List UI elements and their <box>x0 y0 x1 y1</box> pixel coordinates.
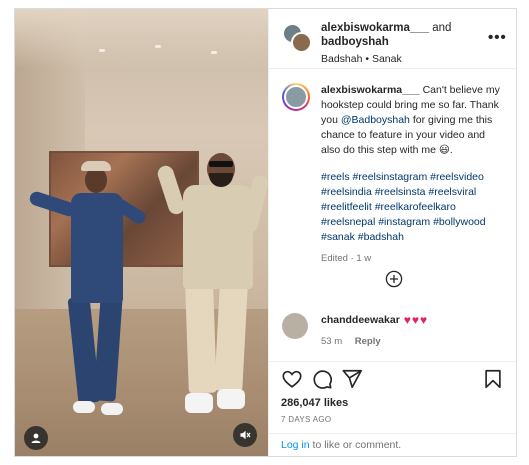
share-icon[interactable] <box>341 368 363 390</box>
action-bar: 286,047 likes 7 DAYS AGO <box>269 361 516 424</box>
post-container: alexbiswokarma___ and badboyshah Badshah… <box>14 8 517 457</box>
mute-icon <box>240 430 251 440</box>
load-more-comments-button[interactable] <box>385 270 403 293</box>
edited-timestamp: Edited · 1 w <box>321 253 372 264</box>
post-header: alexbiswokarma___ and badboyshah Badshah… <box>269 9 516 69</box>
collab-title: alexbiswokarma___ and badboyshah <box>321 21 488 49</box>
mute-button[interactable] <box>233 423 257 447</box>
ceiling-light <box>99 49 105 52</box>
hashtags[interactable]: #reels #reelsinstagram #reelsvideo #reel… <box>321 170 506 245</box>
caption-username[interactable]: alexbiswokarma___ <box>321 84 420 96</box>
caption-text-end: . <box>449 144 453 156</box>
comment-icon[interactable] <box>311 368 333 390</box>
login-text: to like or comment. <box>312 439 402 451</box>
heart-emoji: ♥ <box>403 313 411 327</box>
post-date[interactable]: 7 DAYS AGO <box>281 415 504 424</box>
author-username-link[interactable]: alexbiswokarma___ <box>321 22 429 34</box>
avatar[interactable] <box>282 313 308 339</box>
caption-text: alexbiswokarma___ Can't believe my hooks… <box>321 83 506 266</box>
avatar[interactable] <box>291 32 312 53</box>
comment-time: 53 m <box>321 336 343 347</box>
comment-username[interactable]: chanddeewakar <box>321 314 400 326</box>
user-icon <box>31 433 41 443</box>
collab-avatars[interactable] <box>282 23 312 53</box>
login-prompt: Log in to like or comment. <box>269 433 516 456</box>
more-options-button[interactable]: ••• <box>488 29 506 46</box>
heart-emoji: ♥ <box>420 313 428 327</box>
ceiling-light <box>155 45 161 48</box>
comment-item: chanddeewakar ♥ ♥ ♥ 53 m Reply <box>269 297 438 347</box>
caption-section: alexbiswokarma___ Can't believe my hooks… <box>269 69 516 299</box>
ceiling <box>15 9 268 69</box>
collab-username-link[interactable]: badboyshah <box>321 36 389 48</box>
more-icon: ••• <box>488 29 507 46</box>
bookmark-icon[interactable] <box>482 368 504 390</box>
heart-icon[interactable] <box>281 368 303 390</box>
login-link[interactable]: Log in <box>281 439 310 451</box>
ceiling-light <box>211 51 217 54</box>
add-comment-icon <box>385 270 403 288</box>
and-text: and <box>432 22 452 34</box>
likes-count[interactable]: 286,047 likes <box>281 397 504 409</box>
smiley-emoji: 😃 <box>438 144 450 156</box>
post-video[interactable] <box>15 9 268 456</box>
post-details: alexbiswokarma___ and badboyshah Badshah… <box>268 9 516 456</box>
heart-emoji: ♥ <box>411 313 420 327</box>
audio-link[interactable]: Badshah • Sanak <box>321 53 488 65</box>
tagged-users-button[interactable] <box>24 426 48 450</box>
mention-link[interactable]: @Badboyshah <box>341 114 410 126</box>
reply-button[interactable]: Reply <box>355 336 381 347</box>
caption-avatar[interactable] <box>282 83 310 111</box>
